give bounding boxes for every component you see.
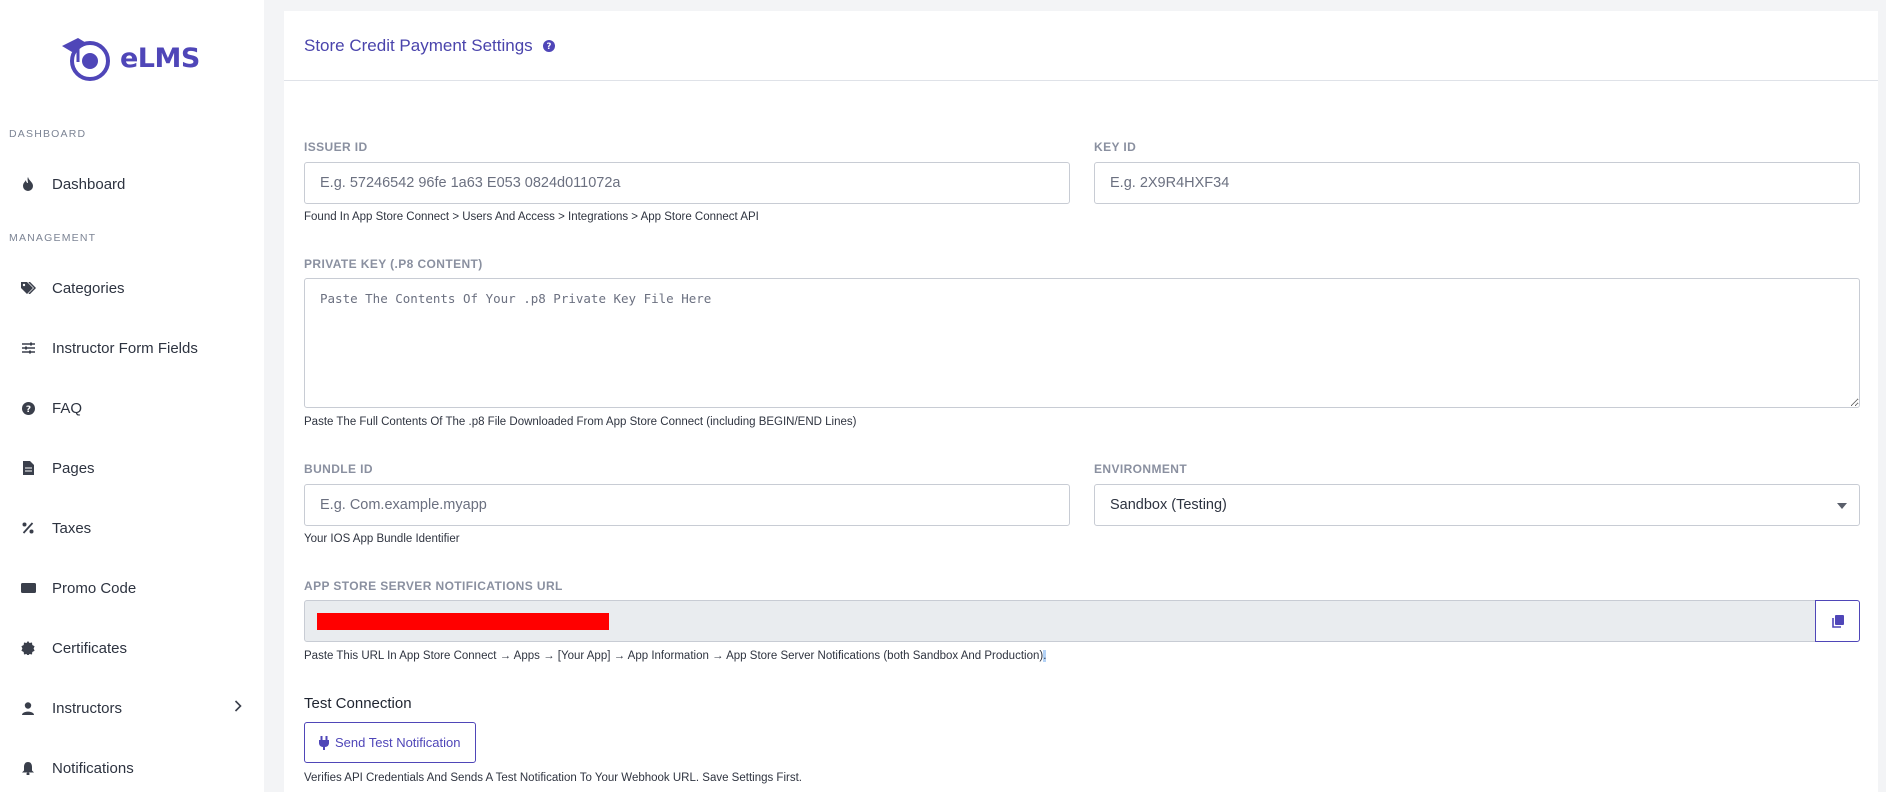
certificate-icon: [20, 640, 36, 656]
section-label-management: MANAGEMENT: [9, 232, 97, 244]
environment-label: ENVIRONMENT: [1094, 462, 1188, 476]
svg-text:?: ?: [25, 405, 30, 415]
tags-icon: [20, 280, 36, 296]
section-label-dashboard: DASHBOARD: [9, 128, 87, 140]
sidebar-item-label: Certificates: [52, 639, 128, 657]
sidebar-item-pages[interactable]: Pages: [0, 448, 264, 488]
fire-icon: [20, 176, 36, 192]
send-test-notification-button[interactable]: Send Test Notification: [304, 722, 476, 763]
issuer-id-input[interactable]: [304, 162, 1070, 204]
notifications-url-field[interactable]: [304, 600, 1816, 642]
sidebar: eLMS DASHBOARD Dashboard MANAGEMENT Cate…: [0, 0, 264, 792]
sidebar-item-taxes[interactable]: Taxes: [0, 508, 264, 548]
private-key-help: Paste The Full Contents Of The .p8 File …: [304, 416, 857, 428]
bell-icon: [20, 760, 36, 776]
redacted-url: [317, 613, 609, 630]
question-circle-icon: ?: [20, 400, 36, 416]
sidebar-item-label: Promo Code: [52, 579, 137, 597]
private-key-textarea[interactable]: [304, 278, 1860, 408]
sidebar-item-categories[interactable]: Categories: [0, 268, 264, 308]
private-key-label: PRIVATE KEY (.P8 CONTENT): [304, 257, 483, 271]
sidebar-item-promo-code[interactable]: Promo Code: [0, 568, 264, 608]
bundle-id-label: BUNDLE ID: [304, 462, 373, 476]
copy-icon: [1831, 614, 1844, 628]
question-circle-icon[interactable]: ?: [543, 39, 555, 57]
sidebar-item-label: Pages: [52, 459, 95, 477]
logo-icon: [62, 38, 110, 81]
key-id-label: KEY ID: [1094, 140, 1137, 154]
notifications-url-help: Paste This URL In App Store Connect → Ap…: [304, 650, 1047, 662]
app-logo[interactable]: eLMS: [58, 32, 200, 84]
key-id-input[interactable]: [1094, 162, 1860, 204]
copy-url-button[interactable]: [1815, 600, 1860, 642]
user-icon: [20, 700, 36, 716]
issuer-id-help: Found In App Store Connect > Users And A…: [304, 211, 759, 223]
environment-selected-value: Sandbox (Testing): [1110, 497, 1227, 513]
sidebar-item-instructor-form-fields[interactable]: Instructor Form Fields: [0, 328, 264, 368]
page-title: Store Credit Payment Settings: [304, 36, 533, 55]
sidebar-item-label: Instructor Form Fields: [52, 339, 198, 357]
sidebar-item-label: Taxes: [52, 519, 92, 537]
sidebar-item-notifications[interactable]: Notifications: [0, 748, 264, 788]
ticket-icon: [20, 580, 36, 596]
settings-card: Store Credit Payment Settings ? ISSUER I…: [284, 11, 1878, 792]
environment-select[interactable]: Sandbox (Testing): [1094, 484, 1860, 526]
card-header: Store Credit Payment Settings ?: [284, 11, 1878, 81]
send-test-notification-label: Send Test Notification: [335, 735, 461, 750]
file-icon: [20, 460, 36, 476]
sidebar-item-label: FAQ: [52, 399, 83, 417]
sidebar-item-label: Notifications: [52, 759, 134, 777]
sidebar-item-label: Instructors: [52, 699, 123, 717]
sidebar-item-dashboard[interactable]: Dashboard: [0, 164, 264, 204]
sliders-icon: [20, 340, 36, 356]
sidebar-item-instructors[interactable]: Instructors: [0, 688, 264, 728]
test-connection-title: Test Connection: [304, 695, 412, 712]
app-name: eLMS: [120, 42, 200, 74]
issuer-id-label: ISSUER ID: [304, 140, 368, 154]
notifications-url-label: APP STORE SERVER NOTIFICATIONS URL: [304, 579, 563, 593]
notifications-url-help-text: Paste This URL In App Store Connect → Ap…: [304, 650, 1044, 662]
sidebar-item-label: Dashboard: [52, 175, 126, 193]
sidebar-item-label: Categories: [52, 279, 125, 297]
chevron-down-icon: [1837, 503, 1847, 509]
text-selection: .: [1043, 650, 1047, 662]
chevron-right-icon: [234, 699, 242, 717]
bundle-id-help: Your IOS App Bundle Identifier: [304, 533, 460, 545]
sidebar-item-certificates[interactable]: Certificates: [0, 628, 264, 668]
sidebar-item-faq[interactable]: ? FAQ: [0, 388, 264, 428]
percent-icon: [20, 520, 36, 536]
svg-text:?: ?: [547, 42, 552, 52]
test-connection-help: Verifies API Credentials And Sends A Tes…: [304, 772, 802, 784]
bundle-id-input[interactable]: [304, 484, 1070, 526]
plug-icon: [319, 735, 329, 750]
